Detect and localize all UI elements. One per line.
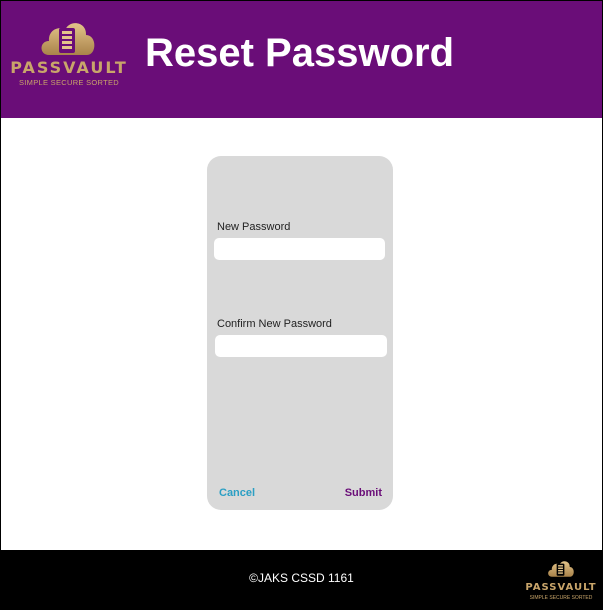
cloud-server-icon: [41, 23, 95, 55]
passvault-logo: PASSVAULT SIMPLE SECURE SORTED: [7, 17, 133, 93]
footer-logo: PASSVAULT SIMPLE SECURE SORTED: [525, 555, 597, 605]
cancel-button[interactable]: Cancel: [219, 487, 255, 499]
brand-tagline: SIMPLE SECURE SORTED: [18, 78, 120, 87]
footer-brand-name: PASSVAULT: [525, 582, 597, 593]
copyright-text: ©JAKS CSSD 1161: [249, 571, 354, 585]
reset-password-card: New Password Confirm New Password Cancel…: [207, 156, 393, 510]
app-frame: PASSVAULT SIMPLE SECURE SORTED Reset Pas…: [0, 0, 603, 610]
page-title: Reset Password: [145, 31, 455, 75]
submit-button[interactable]: Submit: [345, 487, 382, 499]
new-password-label: New Password: [217, 221, 291, 233]
footer: ©JAKS CSSD 1161 PASSVAULT SIMPLE SECURE …: [1, 550, 602, 609]
confirm-password-input[interactable]: [215, 335, 387, 357]
confirm-password-label: Confirm New Password: [217, 318, 332, 330]
footer-brand-tagline: SIMPLE SECURE SORTED: [529, 595, 593, 601]
brand-name: PASSVAULT: [10, 58, 128, 77]
cloud-server-icon: [548, 561, 574, 577]
new-password-input[interactable]: [214, 238, 385, 260]
header: PASSVAULT SIMPLE SECURE SORTED Reset Pas…: [1, 1, 602, 118]
